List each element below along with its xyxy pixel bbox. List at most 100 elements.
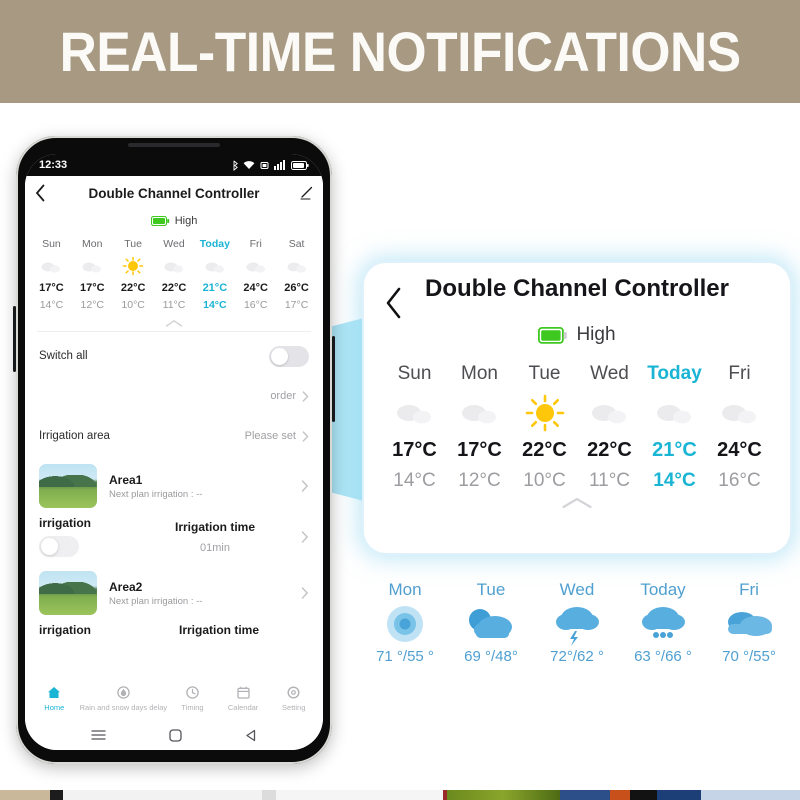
phone-screen: 12:33 Double Channel Controller High Sun… [25, 154, 323, 750]
forecast-day[interactable]: Mon [72, 236, 113, 252]
weather-temp: 69 °/48° [464, 648, 518, 665]
tab-rain-snow-delay[interactable]: Rain and snow days delay [79, 684, 168, 712]
home-square-icon[interactable] [169, 728, 182, 742]
irrigation-time-label: Irrigation time [178, 623, 259, 637]
calendar-icon [218, 684, 269, 700]
irrigation-time-group: Irrigation time [129, 623, 309, 637]
cloudy-icon [642, 393, 707, 433]
battery-full-icon [538, 326, 568, 344]
irrigation-area-row[interactable]: Irrigation area Please set [25, 414, 323, 458]
home-icon [29, 684, 80, 700]
cloudy-icon [707, 393, 772, 433]
cloudy-icon [154, 254, 195, 278]
irrigation-area-value: Please set [244, 430, 296, 442]
list-item[interactable]: Area1 Next plan irrigation : -- [25, 458, 323, 514]
thunderstorm-icon [534, 600, 620, 648]
sliver-segment [560, 790, 611, 800]
weather-column[interactable]: Mon 71 °/55 ° [362, 580, 448, 685]
magnified-card: Double Channel Controller High Sun Mon T… [364, 263, 790, 553]
weather-day: Mon [388, 580, 422, 599]
weather-temp: 72°/62 ° [550, 648, 604, 665]
magnified-title: Double Channel Controller [424, 275, 729, 302]
forecast-day[interactable]: Sat [276, 236, 317, 252]
forecast-low: 16°C [718, 470, 761, 491]
weather-column[interactable]: Wed 72°/62 ° [534, 580, 620, 685]
area-thumbnail [39, 571, 97, 615]
back-button[interactable] [35, 184, 46, 202]
irrigation-control-row[interactable]: irrigation Irrigation time 01min [25, 514, 323, 565]
phone-speaker [128, 143, 220, 147]
forecast-day[interactable]: Sun [31, 236, 72, 252]
pencil-icon[interactable] [299, 186, 313, 200]
forecast-day[interactable]: Fri [235, 236, 276, 252]
tab-setting[interactable]: Setting [268, 684, 319, 712]
forecast-day[interactable]: Tue [512, 357, 577, 391]
forecast-day-today[interactable]: Today [642, 357, 707, 391]
sliver-segment [610, 790, 631, 800]
forecast-high: 26°C [284, 282, 309, 294]
forecast-day[interactable]: Mon [447, 357, 512, 391]
back-triangle-icon[interactable] [245, 729, 257, 742]
tab-label: Setting [282, 703, 306, 712]
order-row[interactable]: order [25, 378, 323, 414]
chevron-right-icon [301, 480, 309, 492]
phone-mockup: 12:33 Double Channel Controller High Sun… [13, 136, 335, 764]
area-texts: Area2 Next plan irrigation : -- [109, 580, 289, 607]
magnified-header: Double Channel Controller [382, 273, 772, 319]
status-time: 12:33 [39, 159, 68, 171]
weather-day: Tue [476, 580, 506, 599]
forecast-high: 22°C [120, 282, 146, 294]
forecast-low: 14°C [393, 470, 436, 491]
forecast-high: 24°C [243, 282, 268, 294]
weather-day: Wed [559, 580, 595, 599]
switch-all-toggle[interactable] [269, 345, 309, 367]
forecast-high: 22°C [161, 282, 187, 294]
tab-calendar[interactable]: Calendar [218, 684, 269, 712]
forecast-day[interactable]: Wed [154, 236, 195, 252]
forecast-low: 10°C [121, 299, 145, 311]
irrigation-label: irrigation [39, 623, 92, 637]
irrigation-control-row[interactable]: irrigation Irrigation time [25, 621, 323, 637]
phone-power-button[interactable] [332, 336, 335, 422]
weather-column[interactable]: Tue 69 °/48° [448, 580, 534, 685]
back-button[interactable] [384, 287, 404, 319]
phone-volume-button[interactable] [13, 306, 16, 372]
battery-icon [291, 160, 309, 170]
forecast-day[interactable]: Sun [382, 357, 447, 391]
android-nav-bar [25, 720, 323, 750]
forecast-day-today[interactable]: Today [194, 236, 235, 252]
app-header: Double Channel Controller [25, 176, 323, 210]
weather-temp: 63 °/66 ° [634, 648, 692, 665]
tab-label: Rain and snow days delay [79, 703, 168, 712]
tab-home[interactable]: Home [29, 684, 80, 712]
cloudy-icon [706, 600, 792, 648]
forecast-high: 22°C [522, 439, 567, 461]
forecast-day[interactable]: Wed [577, 357, 642, 391]
tab-timing[interactable]: Timing [167, 684, 218, 712]
cloudy-icon [447, 393, 512, 433]
forecast-collapse-button[interactable] [382, 496, 772, 515]
sliver-segment [49, 790, 64, 800]
weather-column[interactable]: Fri 70 °/55° [706, 580, 792, 685]
tab-label: Timing [181, 703, 204, 712]
weather-column[interactable]: Today 63 °/66 ° [620, 580, 706, 685]
list-item[interactable]: Area2 Next plan irrigation : -- [25, 565, 323, 621]
sliver-segment [275, 790, 443, 800]
sliver-segment [657, 790, 701, 800]
irrigation-toggle[interactable] [39, 536, 79, 557]
forecast-day[interactable]: Tue [113, 236, 154, 252]
forecast-high: 17°C [457, 439, 502, 461]
sliver-segment [700, 790, 800, 800]
forecast-low: 12°C [458, 470, 501, 491]
area-name: Area1 [109, 472, 143, 487]
forecast-collapse-button[interactable] [25, 315, 323, 329]
vibrate-icon [260, 161, 269, 169]
menu-icon[interactable] [91, 729, 106, 741]
switch-all-row[interactable]: Switch all [25, 334, 323, 378]
cloudy-icon [235, 254, 276, 278]
forecast-day[interactable]: Fri [707, 357, 772, 391]
gear-icon [268, 684, 319, 700]
rain-icon [620, 600, 706, 648]
forecast-low: 14°C [39, 299, 64, 311]
chevron-up-icon [165, 319, 183, 327]
